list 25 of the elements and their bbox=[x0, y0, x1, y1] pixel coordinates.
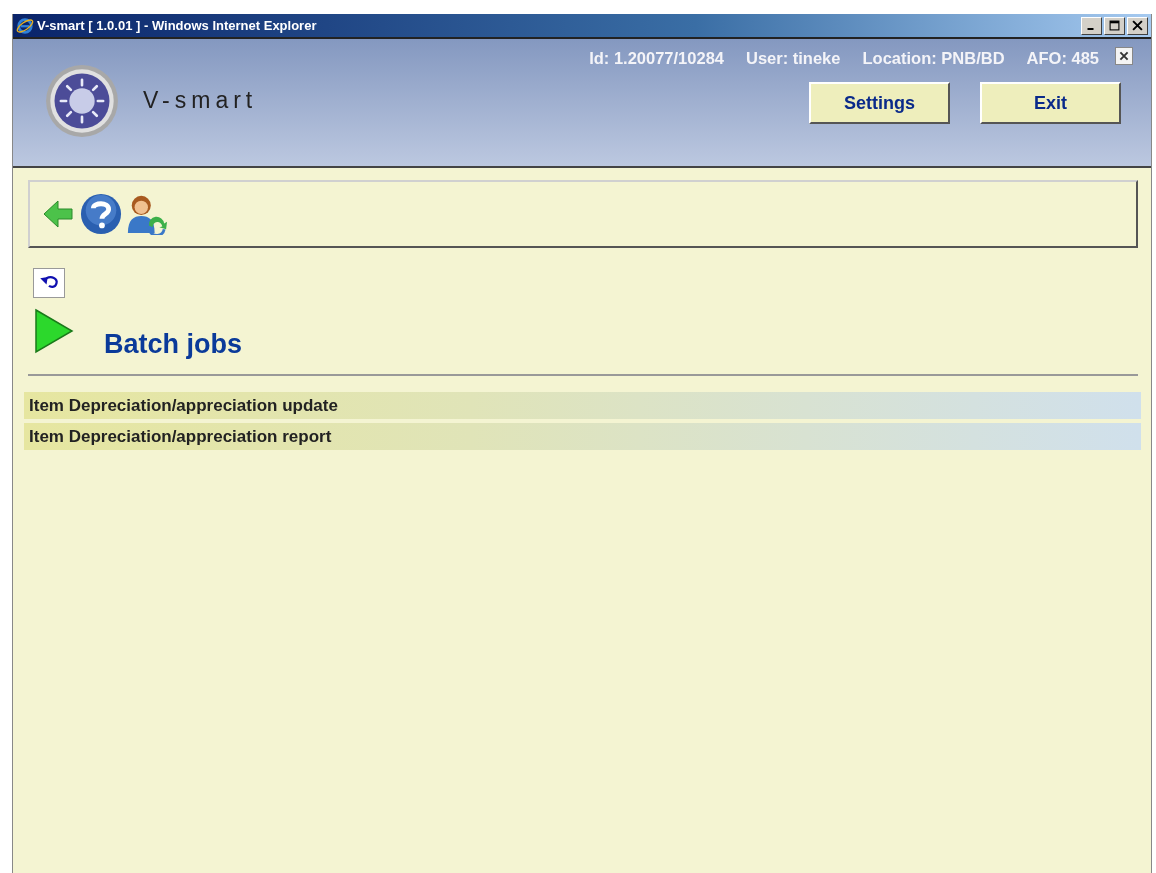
session-info: AFO: 485 bbox=[1026, 49, 1099, 68]
close-icon bbox=[1132, 19, 1143, 31]
batch-job-item[interactable]: Item Depreciation/appreciation update bbox=[24, 392, 1141, 419]
header-button[interactable]: Exit bbox=[980, 82, 1121, 124]
undo-button[interactable] bbox=[33, 268, 65, 298]
header-button[interactable]: Settings bbox=[809, 82, 950, 124]
logo-icon bbox=[45, 63, 119, 138]
user-sync-icon[interactable] bbox=[126, 193, 168, 235]
maximize-button[interactable] bbox=[1104, 16, 1125, 35]
page-heading: Batch jobs bbox=[104, 329, 243, 360]
session-info: Location: PNB/BD bbox=[862, 49, 1005, 68]
session-info: User: tineke bbox=[746, 49, 841, 68]
batch-job-item[interactable]: Item Depreciation/appreciation report bbox=[24, 423, 1141, 450]
logo-text: V-smart bbox=[143, 87, 258, 114]
play-icon bbox=[34, 308, 74, 354]
close-button[interactable] bbox=[1115, 46, 1133, 65]
minimize-button[interactable] bbox=[1081, 16, 1102, 35]
close-icon bbox=[1118, 49, 1130, 62]
undo-icon bbox=[39, 274, 59, 290]
session-info: Id: 1.20077/10284 bbox=[589, 49, 724, 68]
minimize-icon bbox=[1087, 27, 1094, 30]
help-icon[interactable] bbox=[80, 193, 122, 235]
browser-logo-icon bbox=[16, 16, 34, 35]
window-title: V-smart [ 1.0.01 ] - Windows Internet Explorer bbox=[37, 18, 318, 33]
maximize-icon bbox=[1109, 19, 1120, 31]
